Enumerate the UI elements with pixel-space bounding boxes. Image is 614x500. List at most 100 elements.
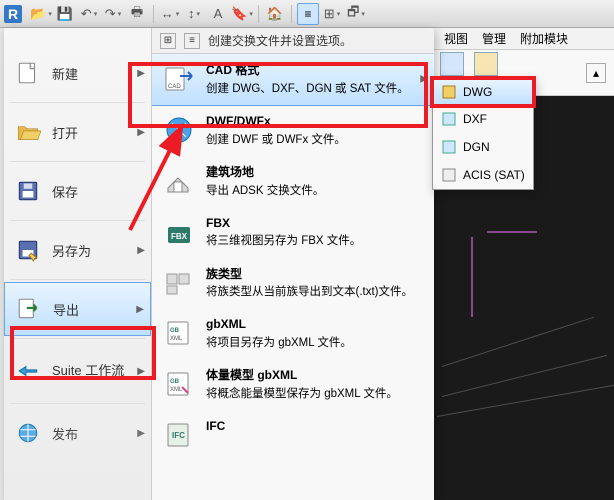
dwg-icon (441, 84, 457, 100)
grid-icon[interactable]: ⊞ (160, 33, 176, 49)
menu-open-label: 打开 (52, 123, 78, 142)
separator (291, 5, 292, 23)
menu-open[interactable]: 打开 ▶ (4, 105, 151, 159)
open-icon (14, 118, 42, 146)
menu-saveas[interactable]: 另存为 ▶ (4, 223, 151, 277)
dxf-icon (441, 111, 457, 127)
menu-new[interactable]: 新建 ▶ (4, 46, 151, 100)
print-button[interactable]: 🖶 (126, 3, 148, 25)
svg-text:CAD: CAD (168, 84, 181, 90)
svg-text:GB: GB (170, 328, 180, 334)
dimension-aligned-button[interactable]: ↔ (159, 3, 181, 25)
undo-button[interactable]: ↶ (78, 3, 100, 25)
svg-text:IFC: IFC (172, 431, 185, 440)
ifc-title: IFC (206, 418, 424, 435)
chevron-right-icon: ▶ (137, 428, 145, 439)
export-dwf[interactable]: DWF/DWFx创建 DWF 或 DWFx 文件。 (152, 105, 434, 156)
ramp-icon (474, 52, 498, 76)
gbxml-title: gbXML (206, 316, 424, 333)
export-cad-formats[interactable]: CAD CAD 格式创建 DWG、DXF、DGN 或 SAT 文件。 ▶ (152, 54, 434, 106)
publish-icon (14, 419, 42, 447)
app-menu-right-column: ⊞ ≡ 创建交换文件并设置选项。 CAD CAD 格式创建 DWG、DXF、DG… (152, 28, 434, 500)
chevron-right-icon: ▶ (137, 68, 145, 79)
site-title: 建筑场地 (206, 164, 424, 181)
export-family-types[interactable]: 族类型将族类型从当前族导出到文本(.txt)文件。 (152, 258, 434, 309)
switch-windows-button[interactable]: 🗗 (345, 3, 367, 25)
menu-saveas-label: 另存为 (52, 241, 91, 260)
app-logo: R (4, 5, 22, 23)
separator (10, 102, 145, 103)
close-hidden-button[interactable]: ⊞ (321, 3, 343, 25)
dimension-angular-button[interactable]: ↕ (183, 3, 205, 25)
mass-gbxml-icon: GBXML (162, 367, 196, 401)
export-mass-gbxml[interactable]: GBXML 体量模型 gbXML 将概念能量模型保存为 gbXML 文件。 (152, 359, 434, 410)
tab-addins[interactable]: 附加模块 (520, 30, 568, 47)
separator (258, 5, 259, 23)
export-header: ⊞ ≡ 创建交换文件并设置选项。 (152, 28, 434, 54)
menu-save-label: 保存 (52, 182, 78, 201)
submenu-dwg[interactable]: DWG (432, 78, 534, 106)
submenu-dgn-label: DGN (463, 140, 490, 154)
menu-save[interactable]: 保存 (4, 164, 151, 218)
menu-new-label: 新建 (52, 64, 78, 83)
save-button[interactable]: 💾 (54, 3, 76, 25)
tag-button[interactable]: 🔖 (231, 3, 253, 25)
menu-suite-label: Suite 工作流 (52, 363, 124, 379)
submenu-dxf-label: DXF (463, 112, 487, 126)
svg-text:XML: XML (170, 336, 183, 342)
ifc-icon: IFC (162, 418, 196, 452)
separator (10, 220, 145, 221)
export-site[interactable]: 建筑场地导出 ADSK 交换文件。 (152, 156, 434, 207)
submenu-acis[interactable]: ACIS (SAT) (433, 161, 533, 189)
cad-title: CAD 格式 (206, 62, 424, 79)
submenu-dgn[interactable]: DGN (433, 133, 533, 161)
tab-manage[interactable]: 管理 (482, 30, 506, 47)
acis-icon (441, 167, 457, 183)
submenu-dxf[interactable]: DXF (433, 105, 533, 133)
list-icon[interactable]: ≡ (184, 33, 200, 49)
menu-publish-label: 发布 (52, 424, 78, 443)
gbxml-desc: 将项目另存为 gbXML 文件。 (206, 337, 352, 349)
separator (10, 279, 145, 280)
ribbon-collapse-button[interactable]: ▴ (586, 63, 606, 83)
svg-text:GB: GB (170, 379, 180, 385)
app-menu-left-column: 新建 ▶ 打开 ▶ 保存 另存为 ▶ 导出 ▶ Suite 工作流 (4, 28, 152, 500)
site-desc: 导出 ADSK 交换文件。 (206, 185, 324, 197)
thin-lines-toggle[interactable]: ≡ (297, 3, 319, 25)
tab-view[interactable]: 视图 (444, 30, 468, 47)
fbx-icon: FBX (162, 215, 196, 249)
fbx-title: FBX (206, 215, 424, 232)
ribbon-tabs: 视图 管理 附加模块 (432, 28, 614, 50)
menu-suite[interactable]: Suite 工作流 ▶ (4, 341, 151, 401)
menu-export[interactable]: 导出 ▶ (4, 282, 151, 336)
export-icon (15, 295, 43, 323)
chevron-right-icon: ▶ (137, 127, 145, 138)
new-icon (14, 59, 42, 87)
submenu-dwg-label: DWG (463, 85, 492, 99)
cad-formats-submenu: DWG DXF DGN ACIS (SAT) (432, 78, 534, 190)
menu-publish[interactable]: 发布 ▶ (4, 406, 151, 460)
fam-desc: 将族类型从当前族导出到文本(.txt)文件。 (206, 286, 413, 298)
dwf-desc: 创建 DWF 或 DWFx 文件。 (206, 134, 346, 146)
title-bar: R 📂 💾 ↶ ↷ 🖶 ↔ ↕ A 🔖 🏠 ≡ ⊞ 🗗 (0, 0, 614, 28)
gbxml-icon: GB XML (162, 316, 196, 350)
open-button[interactable]: 📂 (30, 3, 52, 25)
chevron-right-icon: ▶ (137, 245, 145, 256)
mass-title: 体量模型 gbXML (206, 367, 424, 384)
cad-desc: 创建 DWG、DXF、DGN 或 SAT 文件。 (206, 83, 409, 95)
handrail-icon (440, 52, 464, 76)
text-button[interactable]: A (207, 3, 229, 25)
export-header-label: 创建交换文件并设置选项。 (208, 32, 352, 49)
mass-desc: 将概念能量模型保存为 gbXML 文件。 (206, 388, 398, 400)
fam-title: 族类型 (206, 266, 424, 283)
default-view-button[interactable]: 🏠 (264, 3, 286, 25)
separator (10, 403, 145, 404)
export-options-list: CAD CAD 格式创建 DWG、DXF、DGN 或 SAT 文件。 ▶ DWF… (152, 54, 434, 500)
chevron-right-icon: ▶ (420, 74, 428, 85)
redo-button[interactable]: ↷ (102, 3, 124, 25)
separator (10, 338, 145, 339)
export-ifc[interactable]: IFC IFC (152, 410, 434, 460)
application-menu: 新建 ▶ 打开 ▶ 保存 另存为 ▶ 导出 ▶ Suite 工作流 (4, 28, 434, 500)
export-fbx[interactable]: FBX FBX将三维视图另存为 FBX 文件。 (152, 207, 434, 258)
export-gbxml[interactable]: GB XML gbXML 将项目另存为 gbXML 文件。 (152, 308, 434, 359)
